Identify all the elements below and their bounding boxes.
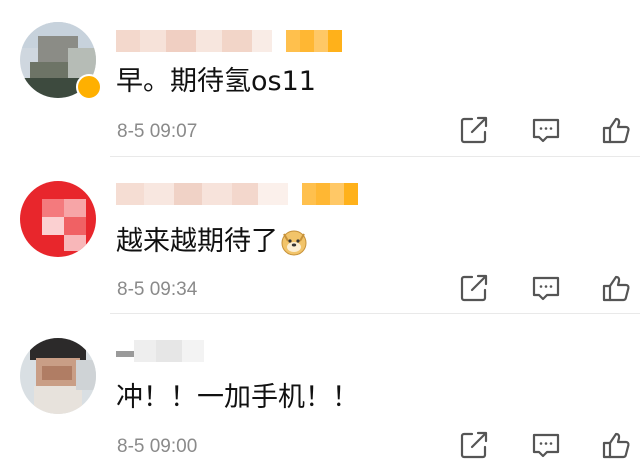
username-blurred[interactable] — [116, 338, 204, 364]
thumbs-up-icon — [602, 432, 630, 459]
thumbs-up-icon — [602, 275, 630, 302]
vip-badge-icon — [76, 74, 102, 100]
reply-button[interactable] — [530, 114, 562, 146]
like-button[interactable] — [600, 272, 632, 304]
avatar[interactable] — [20, 338, 96, 414]
comment-text-content: 冲！！一加手机！！ — [116, 382, 359, 413]
share-button[interactable] — [458, 429, 490, 461]
reply-button[interactable] — [530, 272, 562, 304]
share-button[interactable] — [458, 272, 490, 304]
comment-timestamp: 8-5 09:00 — [117, 436, 198, 457]
comment-item: 越来越期待了 8-5 09:34 — [0, 157, 640, 314]
share-icon — [460, 274, 488, 302]
reply-button[interactable] — [530, 429, 562, 461]
thumbs-up-icon — [602, 117, 630, 144]
comment-timestamp: 8-5 09:34 — [117, 279, 198, 300]
comment-icon — [532, 276, 560, 301]
comment-text-content: 早。期待氢os11 — [116, 66, 316, 97]
like-button[interactable] — [600, 429, 632, 461]
comment-text: 冲！！一加手机！！ — [116, 380, 359, 416]
share-icon — [460, 431, 488, 459]
share-button[interactable] — [458, 114, 490, 146]
comment-text: 越来越期待了 — [116, 224, 308, 260]
username-blurred[interactable] — [116, 181, 358, 207]
comment-icon — [532, 118, 560, 143]
username-blurred[interactable] — [116, 28, 342, 54]
doge-emoji-icon — [281, 230, 307, 256]
comment-icon — [532, 433, 560, 458]
comment-item: 冲！！一加手机！！ 8-5 09:00 — [0, 314, 640, 470]
comment-timestamp: 8-5 09:07 — [117, 121, 198, 142]
comment-text-content: 越来越期待了 — [116, 226, 278, 257]
comment-text: 早。期待氢os11 — [116, 64, 316, 100]
comment-list: 早。期待氢os11 8-5 09:07 越来越期待了 8-5 09:34 冲！！… — [0, 0, 640, 470]
share-icon — [460, 116, 488, 144]
comment-item: 早。期待氢os11 8-5 09:07 — [0, 0, 640, 157]
like-button[interactable] — [600, 114, 632, 146]
avatar[interactable] — [20, 181, 96, 257]
